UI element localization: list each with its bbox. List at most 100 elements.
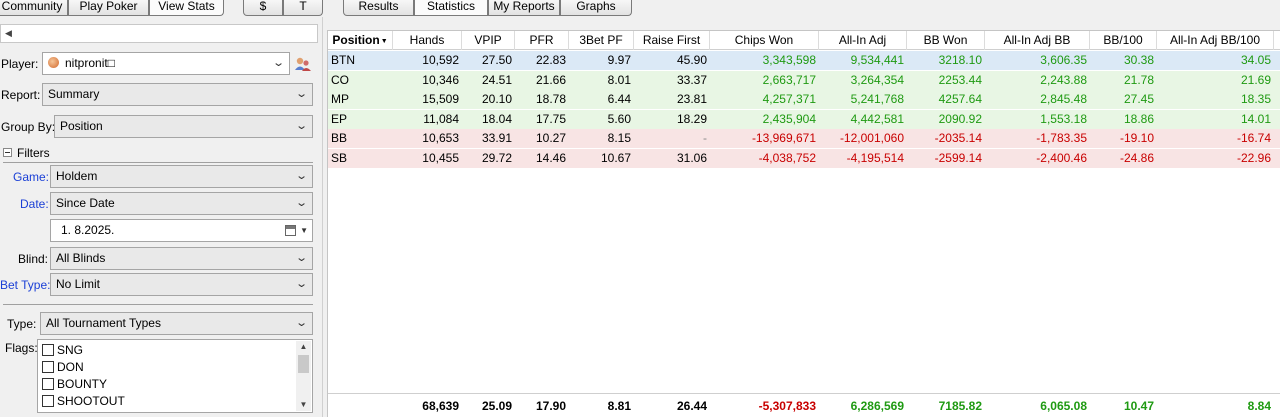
select-players-icon[interactable] (294, 56, 312, 72)
panel-collapse-bar[interactable]: ◀ (0, 24, 318, 43)
flag-label: SHOOTOUT (57, 394, 125, 408)
cell-all-in-adj: 4,442,581 (850, 111, 904, 126)
total-raise-first: 26.44 (676, 399, 707, 413)
column-header-all-in-adj-bb-100[interactable]: All-In Adj BB/100 (1157, 31, 1274, 50)
tab-view-stats[interactable]: View Stats (149, 0, 224, 16)
column-header-position[interactable]: Position▼ (328, 31, 393, 50)
cell-all-in-adj-bb: -2,400.46 (1036, 150, 1087, 165)
bet-type-label: Bet Type: (0, 278, 51, 292)
tab-play-poker[interactable]: Play Poker (68, 0, 149, 16)
flag-item-bounty[interactable]: BOUNTY (42, 376, 107, 392)
scroll-thumb[interactable] (298, 355, 309, 373)
table-row[interactable]: CO 10,346 24.51 21.66 8.01 33.37 2,663,717 3,26… (328, 70, 1280, 90)
game-label: Game: (13, 170, 50, 184)
table-row[interactable]: BTN 10,592 27.50 22.83 9.97 45.90 3,343,598 9,5… (328, 51, 1280, 70)
game-select[interactable]: Holdem ⌄ (50, 165, 313, 188)
report-label: Report: (1, 88, 41, 102)
cell-hands: 15,509 (422, 92, 459, 106)
collapse-filters-icon[interactable] (3, 148, 12, 157)
cell-pfr: 18.78 (535, 92, 566, 106)
column-header-all-in-adj[interactable]: All-In Adj (819, 31, 907, 50)
bet-type-select[interactable]: No Limit ⌄ (50, 273, 313, 296)
column-header-hands[interactable]: Hands (393, 31, 462, 50)
cell-bb-100: 27.45 (1123, 92, 1154, 106)
flag-item-don[interactable]: DON (42, 359, 84, 375)
cell-3bet-pf: 5.60 (607, 111, 631, 126)
flags-scrollbar[interactable]: ▲ ▼ (296, 341, 311, 411)
report-select[interactable]: Summary ⌄ (42, 83, 313, 106)
total-vpip: 25.09 (481, 399, 512, 413)
calendar-icon[interactable] (285, 225, 296, 236)
grid-header: Position▼ Hands VPIP PFR 3Bet PF Raise First C… (328, 31, 1280, 50)
cell-all-in-adj-bb-100: 18.35 (1240, 92, 1271, 106)
table-row[interactable]: MP 15,509 20.10 18.78 6.44 23.81 4,257,371 5,24… (328, 90, 1280, 109)
flags-list[interactable]: SNG DON BOUNTY SHOOTOUT ▲ ▼ (37, 339, 313, 413)
splitter-line (322, 17, 323, 417)
checkbox[interactable] (42, 378, 54, 390)
tab-statistics[interactable]: Statistics (414, 0, 488, 16)
chevron-down-icon: ⌄ (294, 88, 308, 100)
group-by-select[interactable]: Position ⌄ (54, 115, 313, 138)
column-header-raise-first[interactable]: Raise First (634, 31, 710, 50)
cell-pfr: 10.27 (535, 131, 566, 145)
cell-all-in-adj-bb: 2,845.48 (1040, 92, 1087, 106)
checkbox[interactable] (42, 361, 54, 373)
scroll-up-icon[interactable]: ▲ (296, 341, 311, 353)
cell-raise-first: - (703, 131, 707, 145)
checkbox[interactable] (42, 395, 54, 407)
filters-section-header[interactable]: Filters (0, 144, 318, 162)
chevron-down-icon[interactable]: ▼ (300, 220, 308, 241)
tab-results[interactable]: Results (343, 0, 414, 16)
flags-label: Flags: (5, 341, 38, 355)
chevron-down-icon: ⌄ (294, 120, 308, 132)
column-header-label: Chips Won (734, 33, 794, 47)
column-header-chips-won[interactable]: Chips Won (710, 31, 819, 50)
chevron-down-icon: ⌄ (294, 252, 308, 264)
type-label: Type: (7, 317, 37, 331)
group-by-label: Group By: (1, 120, 56, 134)
column-header-bb-100[interactable]: BB/100 (1090, 31, 1157, 50)
cell-vpip: 29.72 (481, 150, 512, 165)
cell-all-in-adj: -12,001,060 (839, 131, 904, 145)
flag-label: DON (57, 360, 84, 374)
flag-item-shootout[interactable]: SHOOTOUT (42, 393, 125, 409)
cell-position: BB (331, 131, 348, 145)
cell-3bet-pf: 9.97 (607, 53, 631, 67)
scroll-down-icon[interactable]: ▼ (296, 399, 311, 411)
flag-label: SNG (57, 343, 84, 357)
totals-row: 68,639 25.09 17.90 8.81 26.44 -5,307,833 6,286… (328, 393, 1280, 417)
cell-raise-first: 45.90 (676, 53, 707, 67)
date-input-value: 1. 8.2025. (61, 223, 115, 237)
table-row[interactable]: BB 10,653 33.91 10.27 8.15 - -13,969,671 -12,00… (328, 129, 1280, 148)
column-header-pfr[interactable]: PFR (515, 31, 569, 50)
date-input[interactable]: 1. 8.2025. ▼ (50, 219, 313, 242)
cell-vpip: 18.04 (481, 111, 512, 126)
player-label: Player: (1, 57, 39, 71)
cell-bb-won: 2253.44 (938, 72, 982, 87)
column-header-3bet-pf[interactable]: 3Bet PF (569, 31, 634, 50)
player-select[interactable]: nitpronit□ ⌄ (42, 52, 290, 75)
column-header-vpip[interactable]: VPIP (462, 31, 515, 50)
table-row[interactable]: SB 10,455 29.72 14.46 10.67 31.06 -4,038,752 -4… (328, 148, 1280, 168)
column-header-all-in-adj-bb[interactable]: All-In Adj BB (985, 31, 1090, 50)
column-header-bb-won[interactable]: BB Won (907, 31, 985, 50)
flag-item-sng[interactable]: SNG (42, 342, 83, 358)
tournament-type-select[interactable]: All Tournament Types ⌄ (40, 312, 313, 335)
grid-toolbar (327, 17, 1280, 30)
collapse-left-icon[interactable]: ◀ (5, 28, 12, 39)
blind-select[interactable]: All Blinds ⌄ (50, 247, 313, 270)
tab-community[interactable]: Community (0, 0, 68, 16)
cell-all-in-adj-bb-100: 14.01 (1240, 111, 1271, 126)
total-all-in-adj-bb-100: 8.84 (1247, 399, 1271, 413)
table-row[interactable]: EP 11,084 18.04 17.75 5.60 18.29 2,435,904 4,44… (328, 109, 1280, 129)
tab-my-reports[interactable]: My Reports (488, 0, 560, 16)
column-header-label: PFR (529, 33, 554, 47)
checkbox[interactable] (42, 344, 54, 356)
cell-position: MP (331, 92, 349, 106)
tab-graphs[interactable]: Graphs (560, 0, 632, 16)
cell-chips-won: 2,663,717 (762, 72, 816, 87)
tab-tournament[interactable]: T (283, 0, 323, 16)
tab-cash-dollar[interactable]: $ (243, 0, 283, 16)
cell-bb-100: -19.10 (1119, 131, 1154, 145)
date-select[interactable]: Since Date ⌄ (50, 192, 313, 215)
